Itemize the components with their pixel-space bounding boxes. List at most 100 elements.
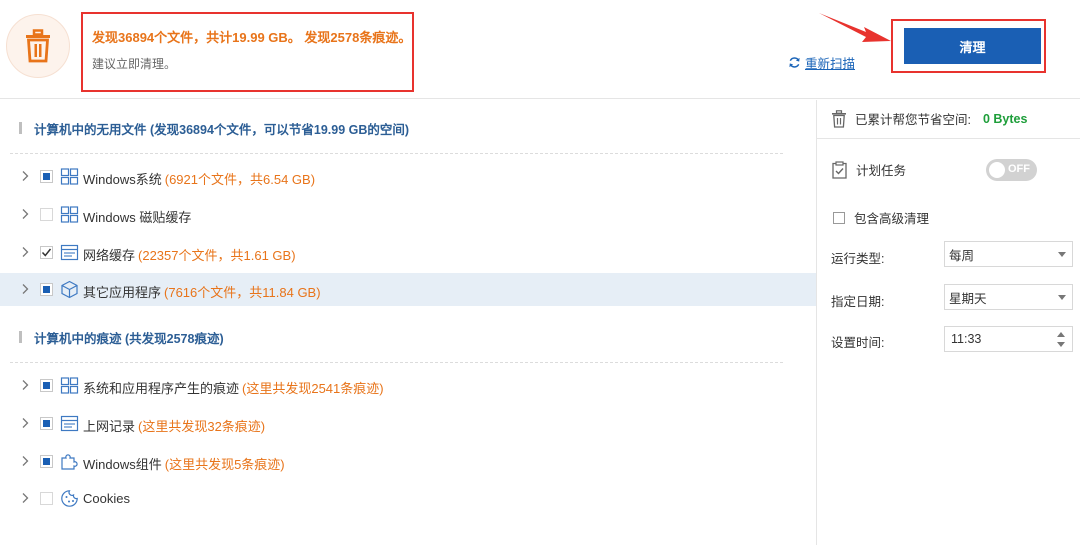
checkbox-partial[interactable] bbox=[40, 455, 53, 468]
item-name: Windows 磁贴缓存 bbox=[83, 210, 192, 225]
time-value: 11:33 bbox=[951, 332, 982, 346]
item-detail: (22357个文件，共1.61 GB) bbox=[138, 248, 296, 263]
chevron-right-icon[interactable] bbox=[20, 208, 30, 220]
item-name: Windows组件 bbox=[83, 457, 162, 472]
clean-button[interactable]: 清理 bbox=[904, 28, 1041, 64]
browser-icon bbox=[60, 244, 79, 261]
chevron-right-icon[interactable] bbox=[20, 492, 30, 504]
list-item-label: Windows组件 (这里共发现5条痕迹) bbox=[83, 454, 285, 473]
section-marker bbox=[19, 331, 22, 343]
advanced-cleanup-checkbox[interactable] bbox=[833, 211, 845, 224]
list-item-label: Windows 磁贴缓存 bbox=[83, 207, 194, 226]
stepper-up-icon[interactable] bbox=[1057, 332, 1065, 337]
trace-section-title-text: 计算机中的痕迹 (共发现2578痕迹) bbox=[34, 331, 224, 346]
divider bbox=[10, 153, 783, 154]
summary-headline: 发现36894个文件，共计19.99 GB。 发现2578条痕迹。 bbox=[92, 30, 412, 45]
run-type-label: 运行类型: bbox=[831, 252, 885, 266]
checkbox-partial[interactable] bbox=[40, 283, 53, 296]
refresh-icon bbox=[789, 57, 800, 68]
checkbox-checked[interactable] bbox=[40, 246, 53, 259]
windows-icon bbox=[60, 206, 79, 223]
list-item-windows-components[interactable]: Windows组件 (这里共发现5条痕迹) bbox=[0, 445, 816, 478]
date-label: 指定日期: bbox=[831, 295, 885, 309]
chevron-right-icon[interactable] bbox=[20, 170, 30, 182]
item-name: 其它应用程序 bbox=[83, 285, 162, 300]
list-item-browsing-history[interactable]: 上网记录 (这里共发现32条痕迹) bbox=[0, 407, 816, 440]
list-item-label: 系统和应用程序产生的痕迹 (这里共发现2541条痕迹) bbox=[83, 378, 384, 397]
saved-space-summary: 已累计帮您节省空间: 0 Bytes bbox=[831, 109, 1027, 128]
divider bbox=[817, 138, 1080, 139]
saved-space-label: 已累计帮您节省空间: bbox=[855, 113, 971, 127]
package-icon bbox=[61, 280, 78, 299]
list-item-label: 网络缓存 (22357个文件，共1.61 GB) bbox=[83, 245, 296, 264]
item-detail: (这里共发现32条痕迹) bbox=[138, 419, 266, 434]
junk-section-title-text: 计算机中的无用文件 (发现36894个文件，可以节省19.99 GB的空间) bbox=[34, 122, 410, 137]
item-name: 系统和应用程序产生的痕迹 bbox=[83, 381, 240, 396]
checkbox-unchecked[interactable] bbox=[40, 492, 53, 505]
checkbox-partial[interactable] bbox=[40, 170, 53, 183]
toggle-knob bbox=[989, 162, 1005, 178]
item-name: 网络缓存 bbox=[83, 248, 136, 263]
summary-recommendation: 建议立即清理。 bbox=[92, 57, 177, 71]
chevron-right-icon[interactable] bbox=[20, 246, 30, 258]
checkbox-partial[interactable] bbox=[40, 379, 53, 392]
red-arrow-annotation bbox=[819, 13, 891, 42]
chevron-right-icon[interactable] bbox=[20, 379, 30, 391]
run-type-value: 每周 bbox=[949, 248, 975, 263]
list-item-label: Cookies bbox=[83, 491, 133, 506]
scheduled-task-row: 计划任务 bbox=[831, 160, 906, 179]
cookie-icon bbox=[61, 490, 78, 507]
browser-icon bbox=[60, 415, 79, 432]
trash-icon bbox=[26, 29, 50, 63]
trace-section-title: 计算机中的痕迹 (共发现2578痕迹) bbox=[19, 329, 224, 346]
chevron-right-icon[interactable] bbox=[20, 417, 30, 429]
list-item-windows-system[interactable]: Windows系统 (6921个文件，共6.54 GB) bbox=[0, 160, 816, 193]
chevron-right-icon[interactable] bbox=[20, 455, 30, 467]
clean-button-highlight: 清理 bbox=[891, 19, 1046, 73]
list-item-label: Windows系统 (6921个文件，共6.54 GB) bbox=[83, 169, 315, 188]
header: 发现36894个文件，共计19.99 GB。 发现2578条痕迹。 建议立即清理… bbox=[0, 0, 1080, 99]
list-item-tile-cache[interactable]: Windows 磁贴缓存 bbox=[0, 198, 816, 231]
clipboard-check-icon bbox=[832, 160, 847, 179]
schedule-panel: 已累计帮您节省空间: 0 Bytes 计划任务 OFF 包含高级清理 运行类型: … bbox=[816, 100, 1080, 545]
date-select[interactable]: 星期天 bbox=[944, 284, 1073, 310]
chevron-down-icon bbox=[1058, 252, 1066, 257]
item-detail: (6921个文件，共6.54 GB) bbox=[164, 172, 316, 187]
divider bbox=[10, 362, 783, 363]
item-name: Cookies bbox=[83, 491, 130, 506]
puzzle-icon bbox=[61, 454, 78, 470]
stepper-down-icon[interactable] bbox=[1057, 342, 1065, 347]
time-label: 设置时间: bbox=[831, 336, 885, 350]
item-detail: (这里共发现2541条痕迹) bbox=[242, 381, 384, 396]
rescan-link[interactable]: 重新扫描 bbox=[788, 53, 855, 72]
cleanup-list-panel: 计算机中的无用文件 (发现36894个文件，可以节省19.99 GB的空间) W… bbox=[0, 100, 816, 545]
date-value: 星期天 bbox=[949, 291, 987, 306]
trash-badge bbox=[6, 14, 70, 78]
scan-summary: 发现36894个文件，共计19.99 GB。 发现2578条痕迹。 建议立即清理… bbox=[81, 12, 414, 92]
section-marker bbox=[19, 122, 22, 134]
toggle-state: OFF bbox=[1008, 163, 1030, 175]
item-name: 上网记录 bbox=[83, 419, 136, 434]
chevron-right-icon[interactable] bbox=[20, 283, 30, 295]
windows-icon bbox=[60, 168, 79, 185]
item-name: Windows系统 bbox=[83, 172, 162, 187]
saved-space-value: 0 Bytes bbox=[982, 111, 1028, 126]
item-detail: (7616个文件，共11.84 GB) bbox=[164, 285, 321, 300]
checkmark-icon bbox=[41, 248, 52, 257]
time-stepper[interactable]: 11:33 bbox=[944, 326, 1073, 352]
list-item-system-traces[interactable]: 系统和应用程序产生的痕迹 (这里共发现2541条痕迹) bbox=[0, 369, 816, 402]
advanced-cleanup-label: 包含高级清理 bbox=[854, 212, 930, 226]
schedule-toggle[interactable]: OFF bbox=[986, 159, 1037, 181]
chevron-down-icon bbox=[1058, 295, 1066, 300]
trash-icon bbox=[832, 109, 846, 128]
rescan-label: 重新扫描 bbox=[805, 57, 856, 71]
list-item-other-apps[interactable]: 其它应用程序 (7616个文件，共11.84 GB) bbox=[0, 273, 816, 306]
checkbox-unchecked[interactable] bbox=[40, 208, 53, 221]
checkbox-partial[interactable] bbox=[40, 417, 53, 430]
scheduled-task-label: 计划任务 bbox=[856, 164, 907, 178]
list-item-cookies[interactable]: Cookies bbox=[0, 482, 816, 515]
list-item-web-cache[interactable]: 网络缓存 (22357个文件，共1.61 GB) bbox=[0, 236, 816, 269]
advanced-cleanup-option[interactable]: 包含高级清理 bbox=[833, 208, 929, 227]
list-item-label: 其它应用程序 (7616个文件，共11.84 GB) bbox=[83, 282, 321, 301]
run-type-select[interactable]: 每周 bbox=[944, 241, 1073, 267]
